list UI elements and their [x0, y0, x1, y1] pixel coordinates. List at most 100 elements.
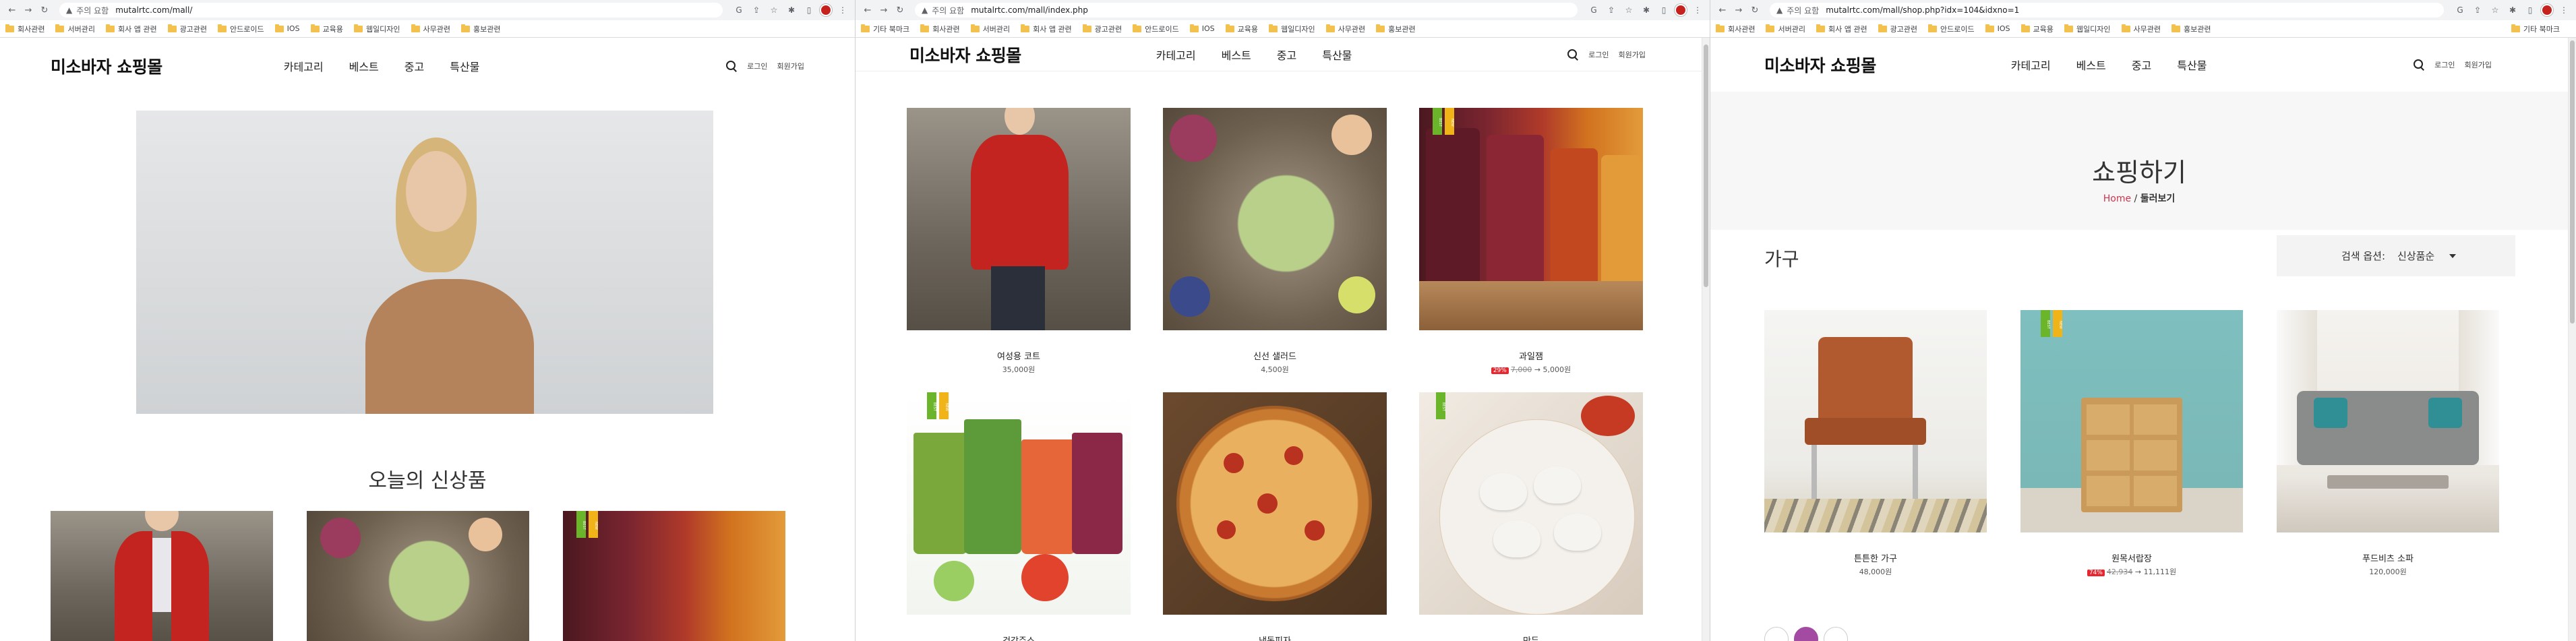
product-name[interactable]: 건강주스 [907, 634, 1131, 641]
bookmark-folder[interactable]: 회사관련 [920, 24, 960, 34]
nav-category[interactable]: 카테고리 [1156, 47, 1196, 63]
nav-category[interactable]: 카테고리 [2011, 57, 2051, 73]
scrollbar[interactable] [1702, 38, 1710, 641]
product-image-chair[interactable] [1764, 310, 1987, 532]
sidebar-icon[interactable]: ▯ [802, 3, 816, 17]
bookmark-folder[interactable]: 홍보관련 [1376, 24, 1416, 34]
reload-icon[interactable]: ↻ [1748, 3, 1762, 17]
bookmark-folder[interactable]: 교육용 [1225, 24, 1258, 34]
bookmark-other[interactable]: 기타 북마크 [2511, 24, 2560, 34]
profile-avatar[interactable] [1675, 4, 1687, 16]
search-icon[interactable] [1567, 49, 1579, 61]
search-icon[interactable] [725, 60, 738, 72]
hero-banner-image[interactable] [136, 111, 713, 414]
product-image-jam[interactable]: BEST NEW [1419, 108, 1643, 330]
bookmark-folder[interactable]: 교육용 [310, 24, 343, 34]
pagination-current[interactable] [1794, 627, 1818, 641]
bookmark-folder[interactable]: 서버관리 [1766, 24, 1805, 34]
nav-best[interactable]: 베스트 [1222, 47, 1251, 63]
bookmark-folder[interactable]: 회사 앱 관련 [1021, 24, 1072, 34]
nav-specialty[interactable]: 특산물 [450, 58, 479, 74]
star-icon[interactable]: ☆ [767, 3, 781, 17]
pagination-prev[interactable] [1764, 627, 1789, 641]
bookmark-folder[interactable]: 광고관련 [1878, 24, 1917, 34]
login-link[interactable]: 로그인 [2434, 59, 2455, 70]
nav-used[interactable]: 중고 [405, 58, 424, 74]
nav-used[interactable]: 중고 [2132, 57, 2151, 73]
bookmark-other[interactable]: 기타 북마크 [861, 24, 909, 34]
bookmark-folder[interactable]: 홍보관련 [461, 24, 501, 34]
star-icon[interactable]: ☆ [2488, 3, 2502, 17]
google-icon[interactable]: G [1587, 3, 1600, 17]
product-image-coat[interactable] [907, 108, 1131, 330]
product-name[interactable]: 튼튼한 가구 [1764, 551, 1987, 564]
product-image-salad[interactable] [1163, 108, 1387, 330]
nav-best[interactable]: 베스트 [2076, 57, 2106, 73]
scroll-thumb[interactable] [1704, 44, 1708, 287]
bookmark-folder[interactable]: 웹일디자인 [353, 24, 400, 34]
product-name[interactable]: 원목서랍장 [2020, 551, 2243, 564]
bookmark-folder[interactable]: 광고관련 [167, 24, 207, 34]
share-icon[interactable]: ⇪ [1605, 3, 1618, 17]
product-name[interactable]: 냉동피자 [1163, 634, 1387, 641]
signup-link[interactable]: 회원가입 [1619, 49, 1646, 60]
bookmark-folder[interactable]: IOS [1189, 24, 1215, 33]
site-logo[interactable]: 미소바자 쇼핑몰 [51, 54, 162, 78]
puzzle-icon[interactable]: ✱ [785, 3, 798, 17]
sidebar-icon[interactable]: ▯ [2523, 3, 2537, 17]
bookmark-folder[interactable]: 웹일디자인 [2064, 24, 2111, 34]
bookmark-folder[interactable]: 사무관련 [1325, 24, 1365, 34]
google-icon[interactable]: G [2453, 3, 2467, 17]
site-logo[interactable]: 미소바자 쇼핑몰 [909, 42, 1021, 67]
bookmark-folder[interactable]: 사무관련 [2121, 24, 2161, 34]
bookmark-folder[interactable]: 웹일디자인 [1269, 24, 1315, 34]
share-icon[interactable]: ⇪ [750, 3, 763, 17]
forward-icon[interactable]: → [877, 3, 891, 17]
menu-icon[interactable]: ⋮ [2557, 3, 2571, 17]
bookmark-folder[interactable]: 안드로이드 [1928, 24, 1975, 34]
product-name[interactable]: 과일잼 [1419, 349, 1643, 362]
product-image-coat[interactable] [51, 511, 273, 641]
back-icon[interactable]: ← [861, 3, 874, 17]
nav-best[interactable]: 베스트 [349, 58, 379, 74]
product-image-juice[interactable]: BEST NEW [907, 392, 1131, 615]
product-image-pizza[interactable] [1163, 392, 1387, 615]
sidebar-icon[interactable]: ▯ [1657, 3, 1671, 17]
reload-icon[interactable]: ↻ [893, 3, 907, 17]
forward-icon[interactable]: → [22, 3, 35, 17]
back-icon[interactable]: ← [5, 3, 19, 17]
product-name[interactable]: 여성용 코트 [907, 349, 1131, 362]
bookmark-folder[interactable]: 서버관리 [970, 24, 1010, 34]
menu-icon[interactable]: ⋮ [836, 3, 849, 17]
profile-avatar[interactable] [820, 4, 832, 16]
bookmark-folder[interactable]: 안드로이드 [218, 24, 264, 34]
bookmark-folder[interactable]: 서버관리 [55, 24, 95, 34]
forward-icon[interactable]: → [1732, 3, 1745, 17]
sort-select[interactable]: 신상품순 [2397, 249, 2457, 263]
bookmark-folder[interactable]: IOS [1985, 24, 2010, 33]
product-image-jam[interactable]: BEST NEW [563, 511, 785, 641]
bookmark-folder[interactable]: 홍보관련 [2171, 24, 2211, 34]
address-bar[interactable]: ▲ 주의 요함 mutalrtc.com/mall/shop.php?idx=1… [1770, 3, 2444, 18]
reload-icon[interactable]: ↻ [38, 3, 51, 17]
site-logo[interactable]: 미소바자 쇼핑몰 [1764, 53, 1876, 77]
nav-category[interactable]: 카테고리 [284, 58, 324, 74]
scroll-thumb[interactable] [2570, 40, 2575, 324]
address-bar[interactable]: ▲ 주의 요함 mutalrtc.com/mall/ [59, 3, 723, 18]
bookmark-folder[interactable]: 회사관련 [1716, 24, 1755, 34]
product-name[interactable]: 푸드비츠 소파 [2277, 551, 2499, 564]
bookmark-folder[interactable]: 회사관련 [5, 24, 44, 34]
bookmark-folder[interactable]: 안드로이드 [1133, 24, 1179, 34]
nav-specialty[interactable]: 특산물 [2177, 57, 2207, 73]
nav-specialty[interactable]: 특산물 [1322, 47, 1352, 63]
product-image-sofa[interactable] [2277, 310, 2499, 532]
pagination-next[interactable] [1824, 627, 1848, 641]
bookmark-folder[interactable]: 사무관련 [411, 24, 450, 34]
signup-link[interactable]: 회원가입 [2465, 59, 2492, 70]
bookmark-folder[interactable]: 회사 앱 관련 [105, 24, 157, 34]
google-icon[interactable]: G [732, 3, 746, 17]
product-image-salad[interactable] [307, 511, 529, 641]
signup-link[interactable]: 회원가입 [777, 61, 804, 71]
product-image-cabinet[interactable]: BEST NEW [2020, 310, 2243, 532]
back-icon[interactable]: ← [1716, 3, 1729, 17]
